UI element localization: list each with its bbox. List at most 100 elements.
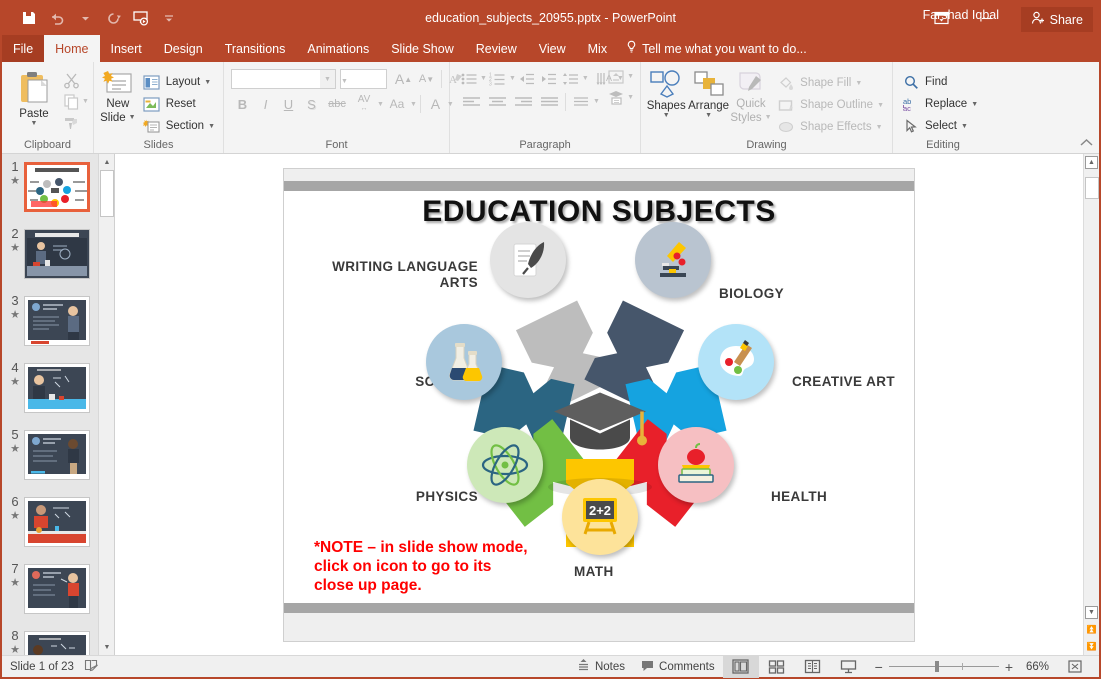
zoom-out-button[interactable]: − — [875, 659, 883, 675]
decrease-indent-button[interactable] — [516, 68, 538, 89]
scroll-down-icon[interactable]: ▼ — [99, 639, 114, 655]
paste-button[interactable]: Paste ▼ — [8, 68, 60, 127]
chevron-down-icon[interactable]: ▼ — [765, 114, 772, 121]
increase-font-size-button[interactable]: A ▲ — [392, 68, 415, 90]
shapes-button[interactable]: Shapes ▼ — [645, 68, 687, 119]
select-button[interactable]: Select ▼ — [897, 115, 982, 137]
subject-node-physics[interactable] — [467, 426, 543, 503]
zoom-in-button[interactable]: + — [1005, 659, 1013, 675]
chevron-down-icon[interactable]: ▼ — [31, 120, 38, 127]
customize-qat-icon[interactable] — [156, 5, 182, 31]
section-button[interactable]: Section ▼ — [138, 115, 219, 137]
collapse-ribbon-button[interactable] — [1080, 138, 1093, 150]
scrollbar-thumb[interactable] — [100, 170, 114, 217]
tab-insert[interactable]: Insert — [100, 35, 153, 62]
decrease-font-size-button[interactable]: A ▼ — [415, 68, 438, 90]
notes-button[interactable]: Notes — [569, 656, 633, 678]
zoom-control[interactable]: − + 66% — [867, 659, 1057, 675]
slide-vertical-scrollbar[interactable]: ▲ ▼ ⏫ ⏬ — [1083, 154, 1099, 655]
find-button[interactable]: Find — [897, 71, 982, 93]
tab-design[interactable]: Design — [153, 35, 214, 62]
chevron-down-icon[interactable]: ▼ — [208, 123, 215, 130]
slide-counter[interactable]: Slide 1 of 23 — [10, 661, 74, 673]
chevron-down-icon[interactable]: ▼ — [971, 101, 978, 108]
zoom-slider-thumb[interactable] — [934, 661, 939, 672]
slide-show-button[interactable] — [831, 656, 867, 678]
chevron-down-icon[interactable]: ▼ — [204, 79, 211, 86]
character-spacing-button[interactable]: AV ↔ — [351, 93, 377, 115]
tab-animations[interactable]: Animations — [296, 35, 380, 62]
share-button[interactable]: Share — [1020, 7, 1093, 32]
align-text-button[interactable] — [605, 66, 627, 87]
subject-node-health[interactable] — [658, 426, 734, 503]
cut-button[interactable] — [60, 70, 82, 91]
chevron-down-icon[interactable]: ▼ — [627, 73, 634, 80]
underline-button[interactable]: U — [277, 93, 300, 115]
shape-outline-button[interactable]: Shape Outline ▼ — [772, 94, 888, 116]
font-name-box[interactable]: ▼ — [231, 69, 336, 89]
fit-to-window-button[interactable] — [1057, 656, 1093, 678]
numbering-button[interactable]: 123 — [487, 68, 509, 89]
subject-node-biology[interactable] — [635, 221, 711, 298]
save-icon[interactable] — [16, 5, 42, 31]
scroll-up-icon[interactable]: ▲ — [1084, 154, 1099, 171]
reading-view-button[interactable] — [795, 656, 831, 678]
font-size-box[interactable]: ▼ — [340, 69, 387, 89]
normal-view-button[interactable] — [722, 655, 759, 678]
italic-button[interactable]: I — [254, 93, 277, 115]
subject-label-creative-art[interactable]: CREATIVE ART — [792, 374, 895, 390]
scroll-down-icon[interactable]: ▼ — [1084, 604, 1099, 621]
increase-indent-button[interactable] — [538, 68, 560, 89]
bullets-button[interactable] — [458, 68, 480, 89]
convert-to-smartart-button[interactable] — [605, 87, 627, 108]
chevron-down-icon[interactable]: ▼ — [855, 80, 862, 87]
font-color-button[interactable]: A — [424, 93, 447, 115]
align-right-button[interactable] — [510, 91, 536, 112]
chevron-down-icon[interactable]: ▼ — [663, 112, 670, 119]
chevron-down-icon[interactable]: ▼ — [320, 70, 335, 88]
start-presentation-icon[interactable] — [128, 5, 154, 31]
shape-effects-button[interactable]: Shape Effects ▼ — [772, 116, 888, 138]
chevron-down-icon[interactable]: ▼ — [377, 101, 384, 108]
chevron-down-icon[interactable]: ▼ — [877, 102, 884, 109]
reset-button[interactable]: Reset — [138, 93, 219, 115]
scroll-up-icon[interactable]: ▲ — [99, 154, 114, 170]
scrollbar-thumb[interactable] — [1085, 177, 1099, 199]
chevron-down-icon[interactable]: ▼ — [705, 112, 712, 119]
subject-node-creative-art[interactable] — [698, 323, 774, 400]
replace-button[interactable]: ab ac Replace ▼ — [897, 93, 982, 115]
chevron-down-icon[interactable]: ▼ — [582, 75, 589, 82]
chevron-down-icon[interactable]: ▼ — [961, 123, 968, 130]
tab-file[interactable]: File — [2, 35, 45, 62]
columns-button[interactable] — [569, 91, 593, 112]
copy-button[interactable] — [60, 91, 82, 112]
tell-me-search[interactable]: Tell me what you want to do... — [618, 35, 815, 62]
undo-icon[interactable] — [44, 5, 70, 31]
subject-node-math[interactable]: 2+2 — [562, 478, 638, 555]
chevron-down-icon[interactable]: ▼ — [876, 124, 883, 131]
new-slide-button[interactable]: New Slide ▼ — [98, 68, 138, 124]
previous-slide-button[interactable]: ⏫ — [1084, 621, 1099, 638]
redo-icon[interactable] — [100, 5, 126, 31]
subject-node-science[interactable] — [426, 323, 502, 400]
zoom-slider[interactable] — [888, 661, 999, 672]
tab-mix[interactable]: Mix — [577, 35, 618, 62]
comments-button[interactable]: Comments — [633, 656, 723, 678]
format-painter-button[interactable] — [60, 112, 82, 133]
user-name[interactable]: Farshad Iqbal — [923, 8, 999, 22]
chevron-down-icon[interactable] — [72, 5, 98, 31]
subject-node-writing-language-arts[interactable] — [490, 221, 566, 298]
tab-slide-show[interactable]: Slide Show — [380, 35, 465, 62]
zoom-percentage[interactable]: 66% — [1019, 661, 1049, 673]
tab-review[interactable]: Review — [465, 35, 528, 62]
quick-styles-button[interactable]: Quick Styles ▼ — [730, 68, 772, 124]
chevron-down-icon[interactable]: ▼ — [627, 94, 634, 101]
chevron-down-icon[interactable]: ▼ — [509, 75, 516, 82]
bold-button[interactable]: B — [231, 93, 254, 115]
tab-transitions[interactable]: Transitions — [214, 35, 297, 62]
chevron-down-icon[interactable]: ▼ — [129, 114, 136, 121]
slide-title[interactable]: EDUCATION SUBJECTS — [284, 195, 914, 229]
next-slide-button[interactable]: ⏬ — [1084, 638, 1099, 655]
chevron-down-icon[interactable]: ▼ — [341, 70, 348, 88]
change-case-button[interactable]: Aa — [384, 93, 410, 115]
